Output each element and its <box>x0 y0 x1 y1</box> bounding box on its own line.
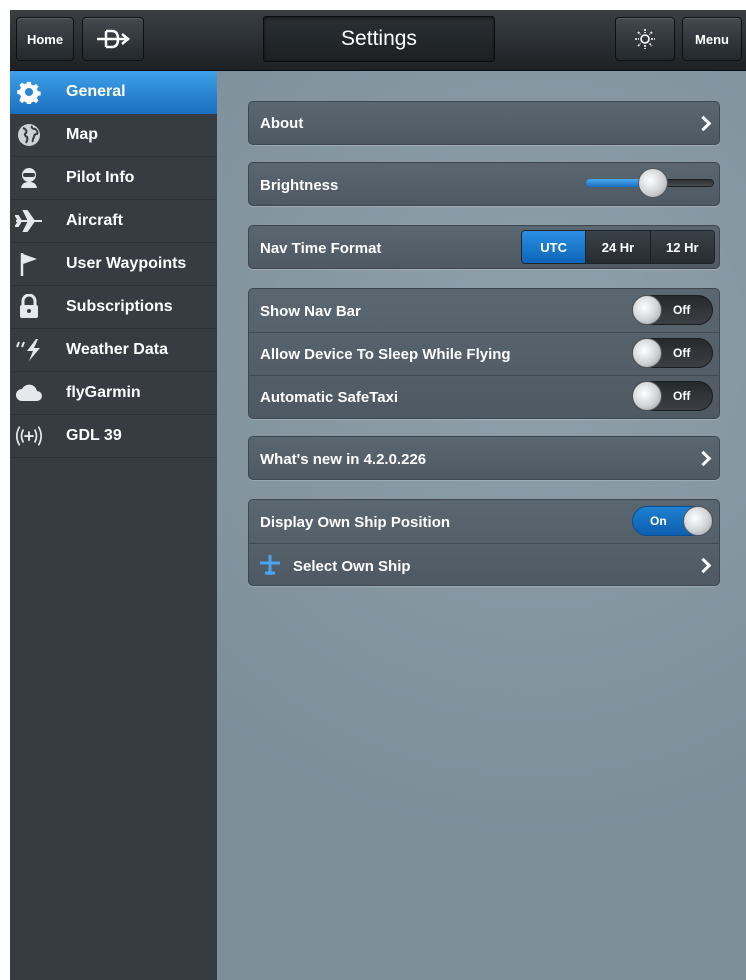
top-bar: Home Settings Menu <box>10 10 746 71</box>
toggle-group: Show Nav Bar Off Allow Device To Sleep W… <box>248 288 720 419</box>
toggle-state: Off <box>673 303 691 317</box>
sidebar-item-label: flyGarmin <box>66 384 141 401</box>
sidebar-item-label: Map <box>66 126 98 143</box>
about-label: About <box>260 115 304 132</box>
sidebar-item-flygarmin[interactable]: flyGarmin <box>10 372 217 415</box>
gear-icon <box>14 78 44 106</box>
sidebar-item-general[interactable]: General <box>10 71 217 114</box>
lock-icon <box>14 293 44 321</box>
flag-icon <box>14 250 44 278</box>
toggle-state: On <box>650 514 667 528</box>
brightness-row: Brightness <box>248 162 720 206</box>
sidebar-item-user-waypoints[interactable]: User Waypoints <box>10 243 217 286</box>
show-nav-bar-label: Show Nav Bar <box>260 303 361 320</box>
sidebar-item-weather-data[interactable]: Weather Data <box>10 329 217 372</box>
nav-time-format-row: Nav Time Format UTC 24 Hr 12 Hr <box>248 225 720 269</box>
sidebar-item-label: Aircraft <box>66 212 123 229</box>
sidebar-item-pilot-info[interactable]: Pilot Info <box>10 157 217 200</box>
display-own-ship-row: Display Own Ship Position On <box>249 500 719 543</box>
brightness-label: Brightness <box>260 177 339 194</box>
sidebar-item-label: Subscriptions <box>66 298 173 315</box>
segment-utc[interactable]: UTC <box>522 231 587 263</box>
whats-new-label: What's new in 4.2.0.226 <box>260 451 427 468</box>
chevron-right-icon <box>695 557 712 574</box>
sidebar-item-gdl-39[interactable]: GDL 39 <box>10 415 217 458</box>
brightness-slider[interactable] <box>586 168 714 198</box>
select-own-ship-row[interactable]: Select Own Ship <box>249 544 719 586</box>
lightning-icon <box>14 336 44 364</box>
nav-time-format-label: Nav Time Format <box>260 240 382 257</box>
allow-sleep-toggle[interactable]: Off <box>632 338 713 368</box>
allow-sleep-label: Allow Device To Sleep While Flying <box>260 346 511 363</box>
segment-12hr[interactable]: 12 Hr <box>650 231 714 263</box>
slider-knob[interactable] <box>638 168 668 198</box>
sidebar-item-label: Pilot Info <box>66 169 135 186</box>
show-nav-bar-row: Show Nav Bar Off <box>249 289 719 332</box>
airplane-icon <box>14 207 44 235</box>
home-button-label: Home <box>26 31 64 47</box>
segment-24hr[interactable]: 24 Hr <box>586 231 651 263</box>
toggle-state: Off <box>673 389 691 403</box>
own-ship-group: Display Own Ship Position On Select Own … <box>248 499 720 586</box>
sidebar: General Map Pilot Info Aircraft User Way… <box>10 71 217 980</box>
home-button[interactable]: Home <box>16 17 74 61</box>
app-window: Home Settings Menu General Map Pilot Inf… <box>10 10 746 980</box>
safetaxi-toggle[interactable]: Off <box>632 381 713 411</box>
sidebar-item-map[interactable]: Map <box>10 114 217 157</box>
menu-button-label: Menu <box>695 31 729 47</box>
chevron-right-icon <box>695 450 712 467</box>
toggle-knob <box>632 338 662 368</box>
signal-icon <box>14 422 44 450</box>
sidebar-item-subscriptions[interactable]: Subscriptions <box>10 286 217 329</box>
toggle-knob <box>632 295 662 325</box>
brightness-button[interactable] <box>615 17 675 61</box>
sidebar-item-aircraft[interactable]: Aircraft <box>10 200 217 243</box>
select-own-ship-label: Select Own Ship <box>293 558 411 575</box>
chevron-right-icon <box>695 115 712 132</box>
display-own-ship-toggle[interactable]: On <box>632 506 713 536</box>
airplane-icon <box>258 554 282 580</box>
cloud-icon <box>14 379 44 407</box>
globe-icon <box>14 121 44 149</box>
safetaxi-label: Automatic SafeTaxi <box>260 389 399 406</box>
menu-button[interactable]: Menu <box>682 17 742 61</box>
toggle-knob <box>632 381 662 411</box>
settings-content: About Brightness Nav Time Format UTC 24 … <box>217 71 746 980</box>
whats-new-row[interactable]: What's new in 4.2.0.226 <box>248 436 720 480</box>
direct-to-button[interactable] <box>82 17 144 61</box>
display-own-ship-label: Display Own Ship Position <box>260 514 451 531</box>
sidebar-item-label: User Waypoints <box>66 255 187 272</box>
sidebar-item-label: General <box>66 83 126 100</box>
allow-sleep-row: Allow Device To Sleep While Flying Off <box>249 333 719 375</box>
direct-to-icon <box>97 29 130 49</box>
toggle-knob <box>683 506 713 536</box>
sun-icon <box>635 29 655 49</box>
show-nav-bar-toggle[interactable]: Off <box>632 295 713 325</box>
about-row[interactable]: About <box>248 101 720 145</box>
toggle-state: Off <box>673 346 691 360</box>
nav-time-segmented-control: UTC 24 Hr 12 Hr <box>521 230 715 264</box>
sidebar-item-label: Weather Data <box>66 341 168 358</box>
page-title: Settings <box>263 16 495 62</box>
safetaxi-row: Automatic SafeTaxi Off <box>249 376 719 418</box>
pilot-icon <box>14 164 44 192</box>
sidebar-item-label: GDL 39 <box>66 427 122 444</box>
